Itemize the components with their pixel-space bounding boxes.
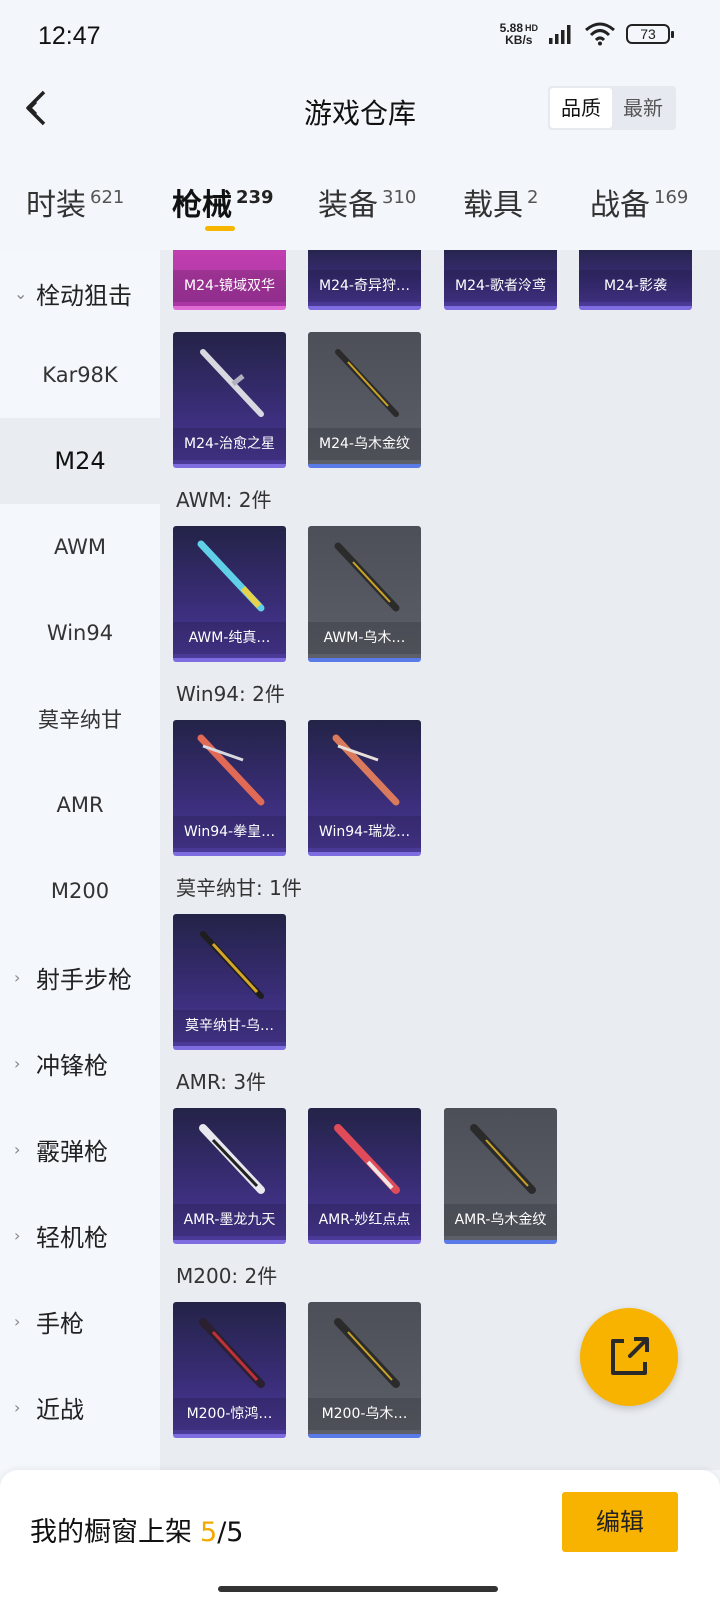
showcase-bar: 我的橱窗上架 5/5 编辑: [0, 1470, 720, 1600]
weapon-sidebar: ⌄ 栓动狙击 Kar98K M24 AWM Win94 莫辛纳甘 AMR M200…: [0, 250, 160, 1470]
tab-fashion[interactable]: 时装 621: [26, 180, 124, 224]
sidebar-item-melee[interactable]: › 近战: [0, 1364, 160, 1450]
item-name: AWM-纯真…: [173, 622, 286, 654]
section-title-win94: Win94: 2件: [176, 682, 285, 706]
sidebar-item-smg[interactable]: › 冲锋枪: [0, 1020, 160, 1106]
share-icon: [611, 1337, 649, 1375]
item-name: AMR-墨龙九天: [173, 1204, 286, 1236]
rifle-icon: [470, 1124, 536, 1194]
chevron-right-icon: ›: [14, 1225, 21, 1245]
tab-equipment[interactable]: 装备 310: [318, 180, 416, 224]
hd-indicator: HD: [525, 23, 538, 33]
sidebar-item-bolt-sniper[interactable]: ⌄ 栓动狙击: [0, 250, 160, 336]
chevron-right-icon: ›: [14, 1311, 21, 1331]
item-card[interactable]: 莫辛纳甘-乌…: [173, 914, 286, 1050]
category-tabs: 时装 621 枪械 239 装备 310 载具 2 战备 169: [0, 170, 720, 250]
sort-toggle: 品质 最新: [548, 86, 676, 130]
chevron-right-icon: ›: [14, 967, 21, 987]
sidebar-item-m200[interactable]: M200: [0, 848, 160, 934]
home-indicator[interactable]: [218, 1586, 498, 1592]
active-tab-indicator: [205, 226, 235, 231]
showcase-used-count: 5: [200, 1517, 218, 1548]
item-card[interactable]: AWM-纯真…: [173, 526, 286, 662]
chevron-right-icon: ›: [14, 1397, 21, 1417]
section-title-amr: AMR: 3件: [176, 1070, 267, 1094]
header: 游戏仓库 品质 最新: [0, 70, 720, 150]
rifle-icon: [200, 931, 264, 999]
item-card[interactable]: M24-乌木金纹: [308, 332, 421, 468]
section-title-mosin: 莫辛纳甘: 1件: [176, 876, 302, 900]
item-name: 莫辛纳甘-乌…: [173, 1010, 286, 1042]
item-name: AMR-乌木金纹: [444, 1204, 557, 1236]
battery-indicator: 73: [626, 24, 674, 44]
status-indicators: 5.88 HD KB/s 73: [499, 21, 674, 47]
item-name: M24-影袭: [579, 270, 692, 302]
chevron-right-icon: ›: [14, 1053, 21, 1073]
item-name: Win94-拳皇…: [173, 816, 286, 848]
item-card[interactable]: M24-镜域双华: [173, 250, 286, 310]
sidebar-item-amr[interactable]: AMR: [0, 762, 160, 848]
item-grid: M24-镜域双华 M24-奇异狩… M24-歌者泠鸢 M24-影袭 M24-治愈…: [160, 250, 720, 1470]
item-name: M24-治愈之星: [173, 428, 286, 460]
item-card[interactable]: M24-治愈之星: [173, 332, 286, 468]
chevron-down-icon: ⌄: [14, 283, 28, 303]
item-name: AMR-妙红点点: [308, 1204, 421, 1236]
sidebar-item-m24[interactable]: M24: [0, 418, 160, 504]
item-card[interactable]: AMR-乌木金纹: [444, 1108, 557, 1244]
sidebar-item-dmr[interactable]: › 射手步枪: [0, 934, 160, 1020]
sidebar-item-win94[interactable]: Win94: [0, 590, 160, 676]
rifle-icon: [197, 540, 265, 612]
sidebar-item-mosin[interactable]: 莫辛纳甘: [0, 676, 160, 762]
rifle-icon: [334, 1318, 400, 1388]
item-card[interactable]: M24-歌者泠鸢: [444, 250, 557, 310]
rifle-icon: [200, 349, 264, 417]
edit-button[interactable]: 编辑: [562, 1492, 678, 1552]
tab-vehicles[interactable]: 载具 2: [463, 180, 538, 224]
tab-supplies[interactable]: 战备 169: [590, 180, 688, 224]
item-name: M24-镜域双华: [173, 270, 286, 302]
sidebar-item-awm[interactable]: AWM: [0, 504, 160, 590]
item-card[interactable]: Win94-瑞龙…: [308, 720, 421, 856]
section-title-awm: AWM: 2件: [176, 488, 272, 512]
rifle-icon: [334, 542, 400, 612]
item-card[interactable]: Win94-拳皇…: [173, 720, 286, 856]
sidebar-item-pistol[interactable]: › 手枪: [0, 1278, 160, 1364]
wifi-icon: [585, 22, 615, 46]
item-card[interactable]: M200-乌木…: [308, 1302, 421, 1438]
item-card[interactable]: M24-奇异狩…: [308, 250, 421, 310]
item-card[interactable]: M24-影袭: [579, 250, 692, 310]
item-card[interactable]: M200-惊鸿…: [173, 1302, 286, 1438]
item-name: M200-乌木…: [308, 1398, 421, 1430]
rifle-icon: [197, 734, 265, 806]
item-name: M24-乌木金纹: [308, 428, 421, 460]
item-card[interactable]: AMR-墨龙九天: [173, 1108, 286, 1244]
tab-guns[interactable]: 枪械 239: [172, 180, 274, 224]
rifle-icon: [334, 1124, 400, 1194]
share-button[interactable]: [580, 1308, 678, 1406]
item-name: Win94-瑞龙…: [308, 816, 421, 848]
item-card[interactable]: AWM-乌木…: [308, 526, 421, 662]
sort-newest-button[interactable]: 最新: [612, 88, 674, 128]
showcase-status: 我的橱窗上架 5/5: [30, 1517, 244, 1548]
status-bar: 12:47 5.88 HD KB/s 73: [0, 0, 720, 70]
sidebar-item-kar98k[interactable]: Kar98K: [0, 332, 160, 418]
chevron-right-icon: ›: [14, 1139, 21, 1159]
signal-icon: [549, 25, 571, 44]
section-title-m200: M200: 2件: [176, 1264, 278, 1288]
network-speed: 5.88 HD KB/s: [499, 21, 538, 47]
rifle-icon: [332, 734, 400, 806]
rifle-icon: [199, 1124, 265, 1194]
sidebar-item-shotgun[interactable]: › 霰弹枪: [0, 1106, 160, 1192]
sidebar-item-lmg[interactable]: › 轻机枪: [0, 1192, 160, 1278]
rifle-icon: [199, 1318, 265, 1388]
item-name: M24-奇异狩…: [308, 270, 421, 302]
item-name: AWM-乌木…: [308, 622, 421, 654]
sort-quality-button[interactable]: 品质: [550, 88, 612, 128]
rifle-icon: [335, 349, 399, 417]
item-name: M200-惊鸿…: [173, 1398, 286, 1430]
item-card[interactable]: AMR-妙红点点: [308, 1108, 421, 1244]
item-name: M24-歌者泠鸢: [444, 270, 557, 302]
status-time: 12:47: [38, 22, 101, 50]
